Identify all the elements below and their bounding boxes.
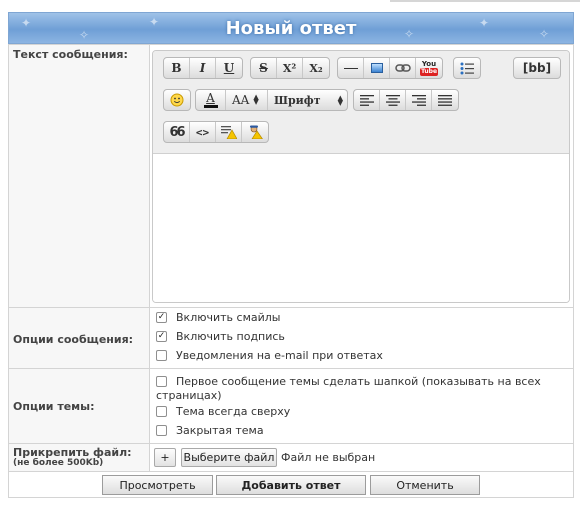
align-center-button[interactable] bbox=[380, 90, 406, 110]
message-options-label-cell: Опции сообщения: bbox=[9, 308, 150, 368]
align-group bbox=[353, 89, 459, 111]
pin-first-post-checkbox[interactable] bbox=[156, 376, 167, 387]
message-label-cell: Текст сообщения: bbox=[9, 45, 150, 307]
cancel-button[interactable]: Отменить bbox=[370, 475, 480, 495]
youtube-icon: You Tube bbox=[419, 60, 439, 76]
top-divider bbox=[390, 0, 580, 2]
pin-first-post-label-line2: страницах) bbox=[156, 389, 222, 402]
spoiler-button[interactable] bbox=[216, 122, 242, 142]
option-closed[interactable]: Закрытая тема bbox=[156, 424, 264, 437]
form-header: ✦ ✧ ✦ ✧ ✦ ✧ Новый ответ bbox=[8, 12, 574, 44]
align-right-icon bbox=[411, 94, 426, 106]
bullet-list-icon bbox=[460, 62, 474, 74]
font-size-select[interactable]: AA ▲ ▼ bbox=[226, 90, 268, 110]
justify-button[interactable] bbox=[432, 90, 458, 110]
choose-file-button[interactable]: Выберите файл bbox=[181, 448, 277, 467]
topic-options-label: Опции темы: bbox=[13, 400, 95, 413]
pin-first-post-label: Первое сообщение темы сделать шапкой (по… bbox=[176, 374, 541, 389]
insert-group: You Tube bbox=[337, 57, 443, 79]
signature-checkbox[interactable]: ✓ bbox=[156, 331, 167, 342]
preview-button[interactable]: Просмотреть bbox=[102, 475, 213, 495]
option-sticky[interactable]: Тема всегда сверху bbox=[156, 405, 290, 418]
subscript-button[interactable]: X₂ bbox=[303, 58, 329, 78]
underline-button[interactable]: U bbox=[216, 58, 242, 78]
pin-first-post-label-line1: Первое сообщение темы сделать шапкой (по… bbox=[176, 375, 541, 388]
option-signature[interactable]: ✓ Включить подпись bbox=[156, 330, 285, 343]
align-left-icon bbox=[359, 94, 374, 106]
justify-icon bbox=[438, 94, 452, 106]
pin-first-post-label-wrap: страницах) bbox=[156, 389, 222, 402]
link-icon bbox=[394, 64, 411, 72]
code-button[interactable]: <> bbox=[190, 122, 216, 142]
smiles-label: Включить смайлы bbox=[176, 311, 281, 324]
align-right-button[interactable] bbox=[406, 90, 432, 110]
smiley-group bbox=[163, 89, 191, 111]
option-smiles[interactable]: ✓ Включить смайлы bbox=[156, 311, 280, 324]
bold-button[interactable]: B bbox=[164, 58, 190, 78]
file-status: Файл не выбран bbox=[281, 451, 376, 464]
horizontal-rule-button[interactable] bbox=[338, 58, 364, 78]
message-options-label: Опции сообщения: bbox=[13, 333, 134, 346]
block-group: 66 <> bbox=[163, 121, 269, 143]
list-button[interactable] bbox=[454, 58, 480, 78]
align-left-button[interactable] bbox=[354, 90, 380, 110]
closed-label: Закрытая тема bbox=[176, 424, 264, 437]
sticky-label: Тема всегда сверху bbox=[176, 405, 291, 418]
quote-button[interactable]: 66 bbox=[164, 122, 190, 142]
font-family-label: Шрифт bbox=[274, 93, 321, 107]
superscript-button[interactable]: X² bbox=[277, 58, 303, 78]
warning-list-icon bbox=[220, 126, 237, 139]
updown-icon: ▲ ▼ bbox=[253, 93, 259, 106]
font-color-icon: A bbox=[203, 92, 218, 108]
smiley-icon bbox=[170, 93, 184, 107]
message-label: Текст сообщения: bbox=[13, 48, 128, 61]
updown-icon: ▲ ▼ bbox=[337, 93, 343, 107]
font-group: A AA ▲ ▼ Шрифт ▲ ▼ bbox=[195, 89, 348, 111]
format-group: B I U bbox=[163, 57, 243, 79]
moderator-button[interactable] bbox=[242, 122, 268, 142]
editor-toolbar: B I U S X² X₂ You Tube [bb] A AA ▲ ▼ Шри… bbox=[153, 51, 569, 154]
hr-icon bbox=[343, 67, 358, 69]
strike-button[interactable]: S bbox=[251, 58, 277, 78]
closed-checkbox[interactable] bbox=[156, 425, 167, 436]
sticky-checkbox[interactable] bbox=[156, 406, 167, 417]
youtube-button[interactable]: You Tube bbox=[416, 58, 442, 78]
signature-label: Включить подпись bbox=[176, 330, 285, 343]
attach-label-cell: Прикрепить файл: (не более 500Kb) bbox=[9, 444, 150, 471]
message-editor: B I U S X² X₂ You Tube [bb] A AA ▲ ▼ Шри… bbox=[152, 50, 570, 303]
script-group: S X² X₂ bbox=[250, 57, 330, 79]
moderator-warning-icon bbox=[250, 125, 263, 139]
youtube-icon-you: You bbox=[421, 60, 437, 68]
attach-size-limit: (не более 500Kb) bbox=[13, 458, 104, 468]
image-icon bbox=[370, 63, 383, 73]
italic-button[interactable]: I bbox=[190, 58, 216, 78]
form-title: Новый ответ bbox=[225, 18, 357, 39]
submit-reply-button[interactable]: Добавить ответ bbox=[216, 475, 366, 495]
bbcode-group: [bb] bbox=[513, 57, 561, 79]
smiley-button[interactable] bbox=[164, 90, 190, 110]
insert-image-button[interactable] bbox=[364, 58, 390, 78]
bbcode-toggle-button[interactable]: [bb] bbox=[514, 58, 560, 78]
topic-options-label-cell: Опции темы: bbox=[9, 369, 150, 443]
youtube-icon-tube: Tube bbox=[419, 68, 439, 76]
list-group bbox=[453, 57, 481, 79]
insert-link-button[interactable] bbox=[390, 58, 416, 78]
font-color-button[interactable]: A bbox=[196, 90, 226, 110]
align-center-icon bbox=[385, 94, 400, 106]
email-notify-label: Уведомления на e-mail при ответах bbox=[176, 349, 383, 362]
font-family-select[interactable]: Шрифт ▲ ▼ bbox=[268, 90, 347, 110]
smiles-checkbox[interactable]: ✓ bbox=[156, 312, 167, 323]
font-size-label: AA bbox=[232, 93, 250, 107]
message-textarea[interactable] bbox=[153, 154, 569, 302]
add-attachment-button[interactable]: + bbox=[154, 448, 176, 467]
option-email-notify[interactable]: Уведомления на e-mail при ответах bbox=[156, 349, 383, 362]
option-pin-first-post[interactable]: Первое сообщение темы сделать шапкой (по… bbox=[156, 374, 566, 389]
email-notify-checkbox[interactable] bbox=[156, 350, 167, 361]
